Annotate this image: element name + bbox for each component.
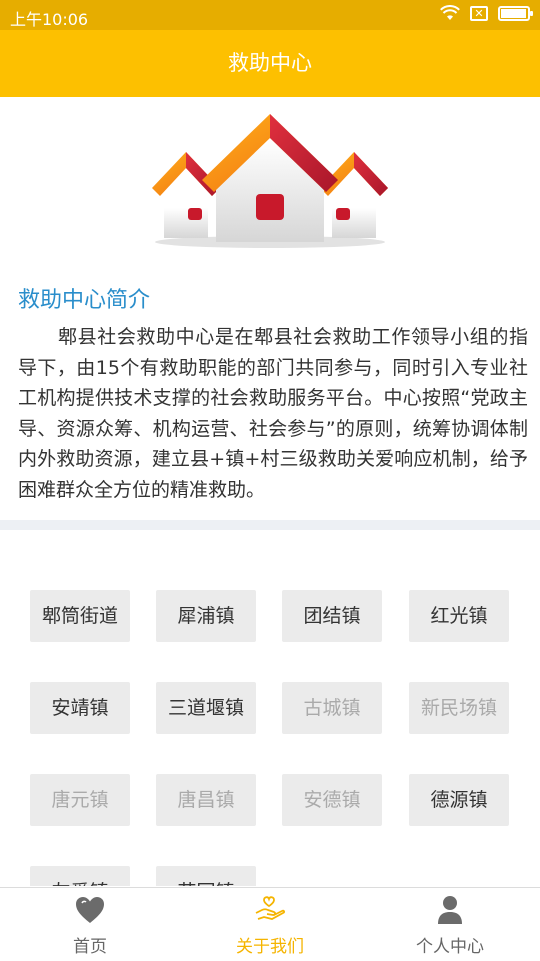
tab-home-label: 首页: [73, 937, 107, 957]
status-bar: 上午10:06 ✕: [0, 0, 540, 30]
page-title: 救助中心: [228, 51, 312, 75]
status-time: 上午10:06: [10, 10, 89, 29]
tab-about-us-label: 关于我们: [236, 937, 304, 957]
heart-icon: [76, 897, 104, 923]
town-button[interactable]: 新民场镇: [409, 682, 509, 734]
helping-hand-icon: [255, 896, 285, 920]
houses-illustration: [152, 114, 388, 248]
town-button[interactable]: 德源镇: [409, 774, 509, 826]
bottom-tabbar: 首页 关于我们 个人中心: [0, 887, 540, 960]
status-icons: ✕: [440, 5, 533, 21]
town-button[interactable]: 古城镇: [282, 682, 382, 734]
town-button[interactable]: 安靖镇: [30, 682, 130, 734]
town-button[interactable]: 安德镇: [282, 774, 382, 826]
battery-icon: [498, 5, 533, 21]
town-grid: 郫筒街道犀浦镇团结镇红光镇安靖镇三道堰镇古城镇新民场镇唐元镇唐昌镇安德镇德源镇友…: [0, 530, 540, 886]
intro-title: 救助中心简介: [18, 288, 151, 313]
town-button[interactable]: 三道堰镇: [156, 682, 256, 734]
person-icon: [438, 896, 462, 924]
app-bar: 救助中心: [0, 30, 540, 97]
tab-profile-label: 个人中心: [416, 937, 484, 957]
town-button[interactable]: 团结镇: [282, 590, 382, 642]
section-divider: [0, 520, 540, 530]
town-button[interactable]: 犀浦镇: [156, 590, 256, 642]
tab-profile[interactable]: 个人中心: [360, 888, 540, 961]
no-sim-icon: ✕: [470, 5, 488, 21]
tab-about-us[interactable]: 关于我们: [180, 888, 360, 961]
wifi-icon: [440, 5, 460, 20]
intro-body: 郫县社会救助中心是在郫县社会救助工作领导小组的指导下，由15个有救助职能的部门共…: [18, 326, 528, 501]
town-button[interactable]: 唐昌镇: [156, 774, 256, 826]
town-button[interactable]: 红光镇: [409, 590, 509, 642]
town-button[interactable]: 唐元镇: [30, 774, 130, 826]
town-button[interactable]: 郫筒街道: [30, 590, 130, 642]
tab-home[interactable]: 首页: [0, 888, 180, 961]
town-button[interactable]: 友爱镇: [30, 866, 130, 886]
town-button[interactable]: 花园镇: [156, 866, 256, 886]
battery-fill: [501, 8, 526, 18]
